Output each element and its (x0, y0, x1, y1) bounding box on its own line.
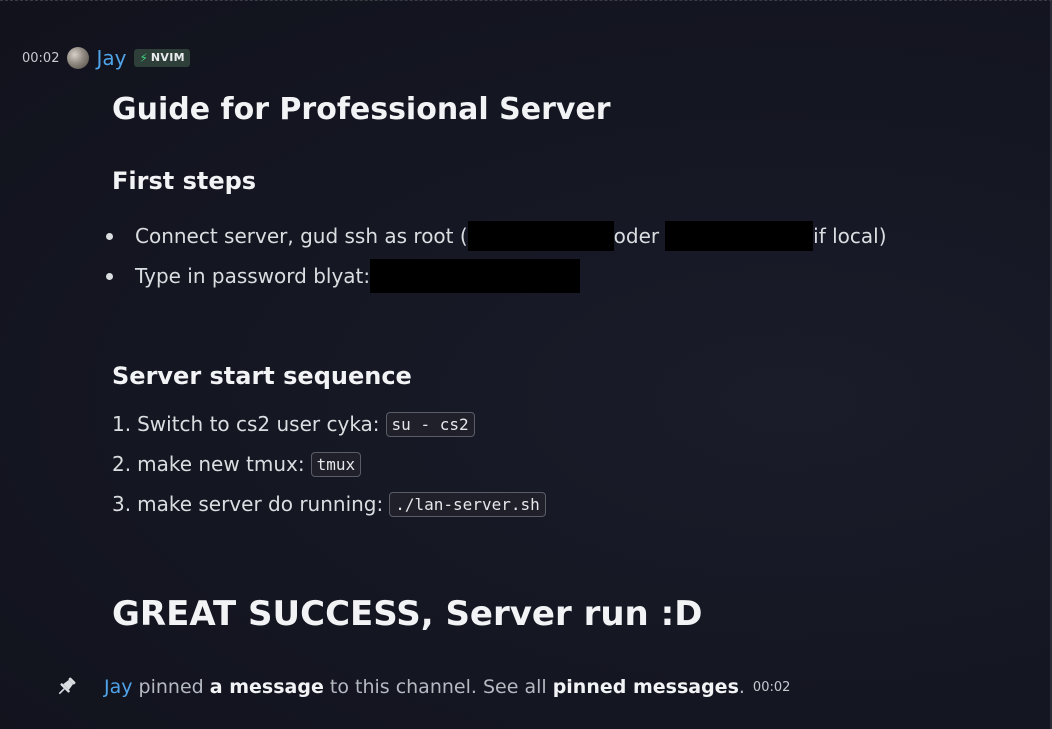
redacted-block (467, 221, 614, 251)
inline-code: su - cs2 (385, 411, 475, 437)
closing-heading: GREAT SUCCESS, Server run :D (112, 594, 703, 634)
list-item-text: Connect server, gud ssh as root ( (135, 224, 468, 248)
pinned-message-link[interactable]: a message (210, 676, 324, 698)
redacted-block (370, 259, 581, 293)
section-heading-server-start: Server start sequence (112, 362, 412, 390)
system-message-text: Jay pinned a message to this channel. Se… (104, 676, 745, 698)
message-timestamp[interactable]: 00:02 (22, 51, 59, 66)
section-heading-first-steps: First steps (112, 167, 257, 195)
list-item: 1. Switch to cs2 user cyka: su - cs2 (112, 404, 546, 444)
list-item: Type in password blyat: (106, 256, 887, 296)
pin-icon (58, 677, 76, 695)
list-item-text: oder (613, 224, 660, 248)
inline-code: tmux (310, 451, 362, 477)
guide-title: Guide for Professional Server (112, 92, 611, 127)
step-number: 1. (112, 412, 132, 436)
step-text: make server do running: (137, 492, 384, 516)
message-header: 00:02 Jay ⚡ NVIM (22, 44, 190, 72)
step-text: make new tmux: (137, 452, 305, 476)
avatar[interactable] (67, 47, 90, 69)
list-item-text: if local) (813, 224, 887, 248)
pinned-messages-link[interactable]: pinned messages (553, 676, 739, 698)
step-number: 3. (112, 492, 132, 516)
system-message-user[interactable]: Jay (104, 676, 133, 698)
server-start-list: 1. Switch to cs2 user cyka: su - cs2 2. … (112, 404, 546, 524)
system-message-timestamp[interactable]: 00:02 (753, 680, 790, 695)
first-steps-list: Connect server, gud ssh as root ( oder if … (106, 216, 887, 296)
list-item: 3. make server do running: ./lan-server.… (112, 484, 546, 524)
step-number: 2. (112, 452, 132, 476)
list-item: 2. make new tmux: tmux (112, 444, 546, 484)
list-item: Connect server, gud ssh as root ( oder if … (106, 216, 887, 256)
author-name[interactable]: Jay (96, 46, 126, 70)
lightning-icon: ⚡ (139, 50, 148, 65)
list-item-text: Type in password blyat: (135, 264, 371, 288)
redacted-block (665, 221, 814, 251)
system-text: . (738, 676, 745, 698)
server-tag-label: NVIM (150, 51, 185, 64)
server-tag[interactable]: ⚡ NVIM (134, 49, 190, 67)
system-text: pinned (138, 676, 204, 698)
step-text: Switch to cs2 user cyka: (137, 412, 380, 436)
system-message: Jay pinned a message to this channel. Se… (54, 674, 790, 700)
inline-code: ./lan-server.sh (389, 491, 546, 517)
system-text: to this channel. See all (329, 676, 547, 698)
